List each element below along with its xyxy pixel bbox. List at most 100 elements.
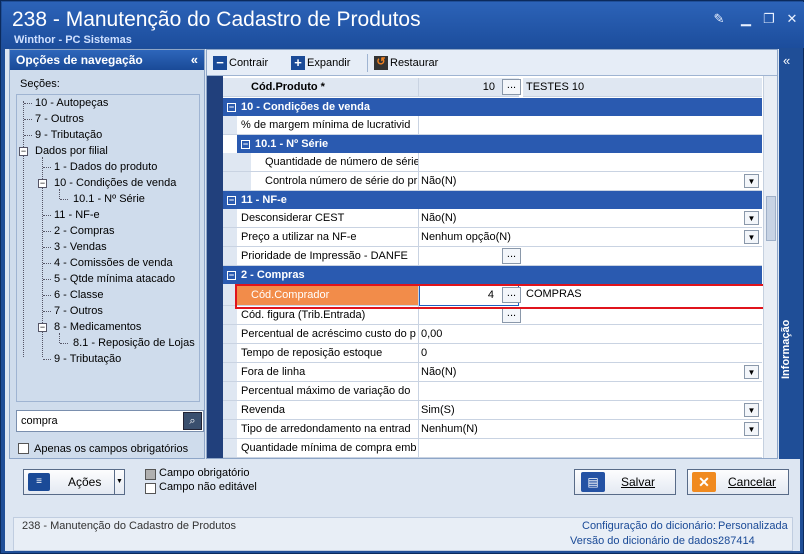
tree-item-outros-filial[interactable]: 7 - Outros (54, 305, 103, 317)
grid-scrollbar[interactable] (763, 76, 777, 458)
app-window: 238 - Manutenção do Cadastro de Produtos… (0, 0, 804, 554)
row-perc-variacao[interactable]: Percentual máximo de variação do (223, 382, 762, 401)
expand-button[interactable]: + Expandir (291, 55, 350, 71)
row-revenda[interactable]: Revenda Sim(S) ▼ (223, 401, 762, 420)
tree-item-compras[interactable]: 2 - Compras (54, 225, 115, 237)
row-margem[interactable]: % de margem mínima de lucrativid (223, 116, 762, 135)
save-icon: ▤ (581, 472, 605, 492)
tree-item-nfe[interactable]: 11 - NF-e (54, 209, 100, 221)
row-desconsiderar-cest[interactable]: Desconsiderar CEST Não(N) ▼ (223, 209, 762, 228)
row-preco-nfe[interactable]: Preço a utilizar na NF-e Nenhum opção(N)… (223, 228, 762, 247)
perc-acrescimo-label: Percentual de acréscimo custo do p (237, 325, 419, 344)
dict-config-value: Personalizada (718, 520, 788, 532)
margem-value[interactable] (419, 116, 762, 135)
minimize-icon[interactable]: ▁ (736, 10, 756, 27)
tree-item-autopecas[interactable]: 10 - Autopeças (35, 97, 108, 109)
row-qtd-n-serie[interactable]: Quantidade de número de série (223, 153, 762, 172)
row-tipo-arred[interactable]: Tipo de arredondamento na entrad Nenhum(… (223, 420, 762, 439)
qtd-min-compra-label: Quantidade mínima de compra emb (237, 439, 419, 458)
section-compras[interactable]: −2 - Compras (223, 266, 762, 284)
chevron-down-icon[interactable]: ▼ (744, 403, 759, 417)
row-prioridade-danfe[interactable]: Prioridade de Impressão - DANFE ... (223, 247, 762, 266)
margem-label: % de margem mínima de lucrativid (237, 116, 419, 135)
tree-item-dados-produto[interactable]: 1 - Dados do produto (54, 161, 157, 173)
nav-header: Opções de navegação « (10, 50, 204, 70)
row-fora-linha[interactable]: Fora de linha Não(N) ▼ (223, 363, 762, 382)
collapse-button[interactable]: − Contrair (213, 55, 268, 71)
maximize-icon[interactable]: ❐ (759, 10, 779, 27)
close-icon[interactable]: ✕ (782, 10, 802, 27)
collapse-section-icon[interactable]: − (241, 139, 250, 149)
collapse-panel-icon[interactable]: « (191, 50, 198, 70)
scrollbar-thumb[interactable] (766, 196, 776, 241)
only-required-checkbox[interactable] (18, 443, 29, 454)
settings-icon[interactable]: ✎ (709, 10, 729, 27)
information-side-tab[interactable]: « Informação (779, 49, 800, 459)
chevron-down-icon[interactable]: ▼ (744, 230, 759, 244)
cod-figura-lookup-button[interactable]: ... (502, 307, 521, 323)
prioridade-danfe-value[interactable] (419, 247, 762, 266)
chevron-down-icon[interactable]: ▼ (744, 211, 759, 225)
prioridade-danfe-lookup-button[interactable]: ... (502, 248, 521, 264)
preco-nfe-value[interactable]: Nenhum opção(N) (419, 228, 762, 247)
row-qtd-min-compra[interactable]: Quantidade mínima de compra emb (223, 439, 762, 458)
tree-item-comissoes[interactable]: 4 - Comissões de venda (54, 257, 173, 269)
tree-item-outros[interactable]: 7 - Outros (35, 113, 84, 125)
tree-item-qtde-atacado[interactable]: 5 - Qtde mínima atacado (54, 273, 175, 285)
tipo-arred-value[interactable]: Nenhum(N) (419, 420, 762, 439)
save-button[interactable]: ▤ Salvar (574, 469, 676, 495)
expand-info-icon[interactable]: « (783, 53, 790, 68)
tree-item-n-serie[interactable]: 10.1 - Nº Série (73, 193, 145, 205)
not-editable-legend-label: Campo não editável (159, 481, 257, 493)
row-ctrl-n-serie[interactable]: Controla número de série do pr Não(N) ▼ (223, 172, 762, 191)
perc-variacao-value[interactable] (419, 382, 762, 401)
status-bar: 238 - Manutenção do Cadastro de Produtos… (13, 517, 793, 551)
qtd-n-serie-value[interactable] (419, 153, 762, 172)
dropdown-arrow-icon[interactable]: ▼ (114, 470, 124, 494)
search-icon[interactable]: ⌕ (183, 412, 202, 430)
chevron-down-icon[interactable]: ▼ (744, 365, 759, 379)
chevron-down-icon[interactable]: ▼ (744, 174, 759, 188)
revenda-value[interactable]: Sim(S) (419, 401, 762, 420)
cod-produto-lookup-button[interactable]: ... (502, 79, 521, 95)
cod-produto-label: Cód.Produto * (223, 78, 419, 97)
section-nfe[interactable]: −11 - NF-e (223, 191, 762, 209)
actions-button[interactable]: ≡ Ações ▼ (23, 469, 125, 495)
tree-item-reposicao-lojas[interactable]: 8.1 - Reposição de Lojas (73, 337, 195, 349)
collapse-section-icon[interactable]: − (227, 195, 236, 205)
search-field[interactable]: compra ⌕ (16, 410, 204, 432)
cancel-button[interactable]: ✕ Cancelar (687, 469, 789, 495)
window-subtitle: Winthor - PC Sistemas (14, 34, 132, 46)
qtd-min-compra-value[interactable] (419, 439, 762, 458)
tempo-reposicao-value[interactable]: 0 (419, 344, 762, 363)
section-n-serie-label: 10.1 - Nº Série (255, 138, 329, 150)
tree-item-vendas[interactable]: 3 - Vendas (54, 241, 107, 253)
tree-item-dados-por-filial[interactable]: Dados por filial (35, 145, 108, 157)
restore-icon: ↺ (374, 56, 388, 71)
tree-item-classe[interactable]: 6 - Classe (54, 289, 104, 301)
tree-item-medicamentos[interactable]: 8 - Medicamentos (54, 321, 141, 333)
fora-linha-label: Fora de linha (237, 363, 419, 382)
perc-acrescimo-value[interactable]: 0,00 (419, 325, 762, 344)
desconsiderar-cest-value[interactable]: Não(N) (419, 209, 762, 228)
fora-linha-value[interactable]: Não(N) (419, 363, 762, 382)
not-editable-legend-swatch (145, 483, 156, 494)
tree-item-tributacao-filial[interactable]: 9 - Tributação (54, 353, 121, 365)
tree-item-condicoes-venda[interactable]: 10 - Condições de venda (54, 177, 176, 189)
window-title: 238 - Manutenção do Cadastro de Produtos (12, 8, 421, 31)
search-input[interactable]: compra (21, 415, 58, 427)
section-n-serie[interactable]: −10.1 - Nº Série (237, 135, 762, 153)
desconsiderar-cest-label: Desconsiderar CEST (237, 209, 419, 228)
chevron-down-icon[interactable]: ▼ (744, 422, 759, 436)
collapse-section-icon[interactable]: − (227, 270, 236, 280)
collapse-section-icon[interactable]: − (227, 102, 236, 112)
ctrl-n-serie-value[interactable]: Não(N) (419, 172, 762, 191)
section-condicoes-venda[interactable]: −10 - Condições de venda (223, 98, 762, 116)
row-perc-acrescimo[interactable]: Percentual de acréscimo custo do p 0,00 (223, 325, 762, 344)
row-tempo-reposicao[interactable]: Tempo de reposição estoque 0 (223, 344, 762, 363)
tree-item-tributacao[interactable]: 9 - Tributação (35, 129, 102, 141)
actions-label: Ações (68, 475, 102, 489)
required-legend-label: Campo obrigatório (159, 467, 250, 479)
status-title: 238 - Manutenção do Cadastro de Produtos (22, 520, 237, 532)
restore-button[interactable]: ↺ Restaurar (374, 55, 438, 71)
